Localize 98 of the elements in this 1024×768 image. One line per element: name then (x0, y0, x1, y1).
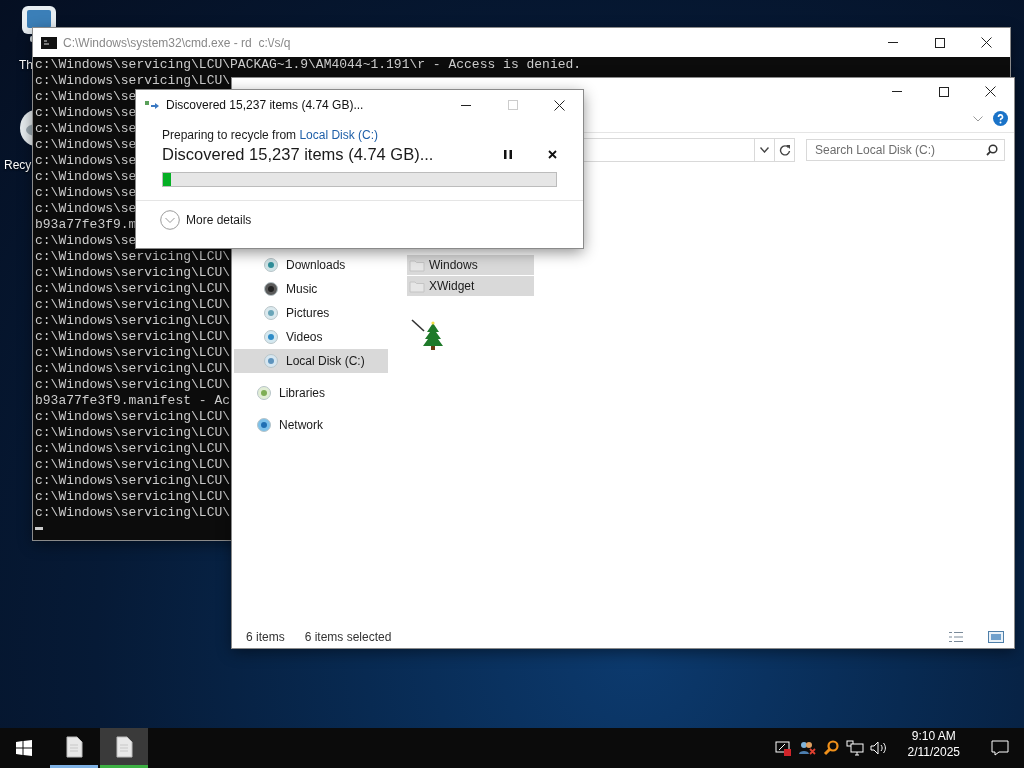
window-title: C:\Windows\system32\cmd.exe - rd c:\/s/q (63, 35, 292, 50)
large-icons-view-icon (988, 631, 1004, 643)
folder-icon (409, 258, 425, 272)
pause-button[interactable] (502, 148, 514, 161)
console-line: c:\Windows\servicing\LCU\ (35, 441, 231, 457)
progress-heading: Discovered 15,237 items (4.74 GB)... (162, 145, 435, 164)
console-line: c:\Windows\se (35, 185, 137, 201)
more-details-button[interactable]: More details (160, 210, 583, 230)
clock-time: 9:10 AM (911, 728, 956, 744)
nav-item-icon (264, 282, 278, 296)
file-row[interactable]: Windows (407, 255, 534, 275)
console-line: c:\Windows\servicing\LCU\ (35, 265, 231, 281)
close-icon (985, 86, 996, 97)
chevron-down-icon (760, 147, 769, 153)
tray-people-icon[interactable] (797, 740, 816, 756)
nav-item-icon (257, 386, 271, 400)
details-view-button[interactable] (946, 631, 966, 643)
operation-description: Preparing to recycle from Local Disk (C:) (162, 128, 380, 142)
desktop-icon-label: Th (19, 58, 33, 72)
nav-item[interactable]: Music (234, 277, 388, 301)
refresh-icon (778, 144, 791, 156)
console-line: b93a77fe3f9.manifest - Ac (35, 393, 231, 409)
nav-item[interactable]: Videos (234, 325, 388, 349)
console-line: c:\Windows\se (35, 201, 137, 217)
large-icons-view-button[interactable] (986, 631, 1006, 643)
console-line: c:\Windows\servicing\LCU\ (35, 377, 231, 393)
pause-icon (504, 150, 512, 159)
search-icon (986, 144, 998, 156)
console-line: c:\Windows\se (35, 137, 137, 153)
console-line: c:\Windows\servicing\LCU\ (35, 329, 231, 345)
close-icon (554, 99, 565, 111)
console-line: c:\Windows\servicing\LCU\ (35, 457, 231, 473)
volume-icon[interactable] (869, 740, 888, 756)
file-icon (65, 735, 83, 758)
console-icon (41, 36, 57, 49)
dialog-title: Discovered 15,237 items (4.74 GB)... (166, 98, 365, 112)
chevron-down-icon[interactable] (973, 115, 983, 122)
pine-tree-icon (411, 319, 445, 351)
console-line: c:\Windows\servicing\LCU\ (35, 73, 231, 89)
nav-item[interactable]: Pictures (234, 301, 388, 325)
minimize-icon (887, 42, 898, 43)
console-line: b93a77fe3f9.m (35, 217, 137, 233)
recycle-operation-icon (144, 99, 160, 111)
console-line: c:\Windows\servicing\LCU\ (35, 361, 231, 377)
taskbar-app-button[interactable] (100, 728, 148, 768)
console-line: c:\Windows\servicing\LCU\PACKAG~1.9\AM4044~1.191\r - Access is denied. (35, 57, 582, 73)
tray-magnifier-icon[interactable] (821, 740, 840, 756)
nav-item[interactable]: Libraries (234, 381, 388, 405)
minimize-icon (460, 104, 471, 106)
console-line: c:\Windows\se (35, 153, 137, 169)
nav-item-icon (264, 306, 278, 320)
nav-item-icon (264, 258, 278, 272)
nav-item-icon (264, 354, 278, 368)
selection-count: 6 items selected (304, 630, 392, 644)
nav-item[interactable]: Local Disk (C:) (234, 349, 388, 373)
close-icon (981, 37, 992, 48)
network-icon[interactable] (845, 740, 864, 756)
console-line: c:\Windows\se (35, 89, 137, 105)
tray-monitor-icon[interactable] (773, 740, 792, 756)
console-line: c:\Windows\servicing\LCU\ (35, 409, 231, 425)
cancel-icon (548, 150, 557, 159)
console-line: c:\Windows\servicing\LCU\ (35, 297, 231, 313)
desktop-icon-label: Recy (4, 158, 32, 172)
cancel-button[interactable] (546, 148, 559, 161)
console-line: c:\Windows\se (35, 169, 137, 185)
console-line: c:\Windows\servicing\LCU\ (35, 249, 231, 265)
file-row[interactable]: XWidget (407, 276, 534, 296)
console-line: c:\Windows\servicing\LCU\ (35, 473, 231, 489)
maximize-icon (934, 37, 945, 48)
console-line: c:\Windows\servicing\LCU\ (35, 313, 231, 329)
console-line: c:\Windows\servicing\LCU\ (35, 489, 231, 505)
clock-date: 2/11/2025 (907, 744, 960, 760)
nav-item-icon (264, 330, 278, 344)
minimize-icon (891, 91, 902, 92)
maximize-icon (507, 100, 518, 110)
details-view-icon (948, 631, 964, 643)
folder-icon (409, 279, 425, 293)
windows-logo-icon (16, 740, 32, 756)
clock[interactable]: 9:10 AM 2/11/2025 (887, 728, 976, 768)
console-line: c:\Windows\servicing\LCU\ (35, 345, 231, 361)
source-link[interactable]: Local Disk (C:) (299, 128, 379, 142)
console-line: c:\Windows\se (35, 105, 137, 121)
file-icon (115, 735, 133, 758)
console-line: c:\Windows\servicing\LCU\ (35, 425, 231, 441)
help-icon[interactable] (993, 111, 1008, 126)
nav-item-icon (257, 418, 271, 432)
console-line: c:\Windows\servicing\LCU\ (35, 505, 231, 521)
console-line: c:\Windows\se (35, 233, 137, 249)
item-count: 6 items (246, 630, 285, 644)
console-line: c:\Windows\servicing\LCU\ (35, 281, 231, 297)
nav-item[interactable]: Downloads (234, 253, 388, 277)
console-line: c:\Windows\se (35, 121, 137, 137)
expand-icon (160, 210, 180, 230)
notification-icon (991, 740, 1009, 756)
text-cursor (35, 527, 43, 530)
nav-item[interactable]: Network (234, 413, 388, 437)
maximize-icon (938, 86, 949, 97)
search-field[interactable]: Search Local Disk (C:) (806, 139, 1005, 161)
